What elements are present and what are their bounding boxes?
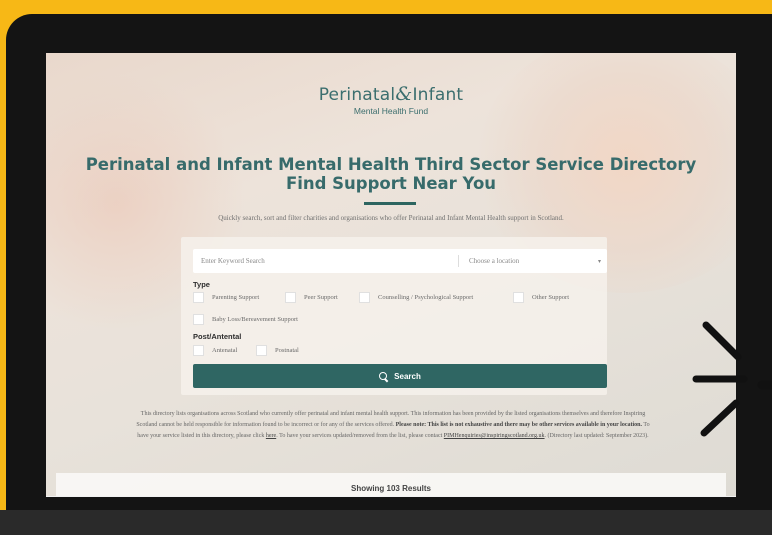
title-underline	[364, 202, 416, 205]
antenatal-filter-label: Post/Antental	[193, 332, 242, 341]
search-bar: Choose a location ▾	[193, 249, 607, 273]
checkbox-label: Counselling / Psychological Support	[378, 293, 474, 301]
checkbox-label: Antenatal	[212, 346, 238, 354]
chevron-down-icon: ▾	[597, 259, 601, 265]
directory-disclaimer: This directory lists organisations acros…	[134, 409, 652, 442]
checkbox-label: Peer Support	[304, 293, 338, 301]
checkbox-label: Parenting Support	[212, 293, 260, 301]
checkbox-label: Postnatal	[275, 346, 299, 354]
type-option-peer[interactable]: Peer Support	[285, 291, 338, 303]
logo-text-perinatal: Perinatal	[318, 85, 396, 105]
logo-ampersand: &	[395, 83, 413, 105]
checkbox-label: Other Support	[532, 293, 570, 301]
page-title: Perinatal and Infant Mental Health Third…	[46, 155, 736, 193]
checkbox[interactable]	[513, 291, 524, 303]
search-divider	[458, 255, 459, 267]
here-link[interactable]: here	[266, 433, 276, 439]
search-icon	[379, 371, 388, 381]
keyword-search-input[interactable]	[193, 249, 458, 273]
type-option-counselling[interactable]: Counselling / Psychological Support	[359, 291, 473, 303]
checkbox[interactable]	[193, 313, 204, 325]
search-panel: Choose a location ▾ Type Parenting Suppo…	[181, 237, 607, 395]
checkbox[interactable]	[285, 291, 296, 303]
laptop-base	[0, 510, 772, 535]
type-filter-label: Type	[193, 280, 210, 289]
results-count: Showing 103 Results	[350, 484, 432, 493]
checkbox[interactable]	[193, 291, 204, 303]
page-title-line1: Perinatal and Infant Mental Health Third…	[85, 155, 697, 174]
search-button-label: Search	[394, 371, 421, 381]
page-title-line2: Find Support Near You	[285, 174, 497, 193]
search-button[interactable]: Search	[193, 364, 607, 388]
type-option-baby-loss[interactable]: Baby Loss/Bereavement Support	[193, 313, 298, 325]
checkbox[interactable]	[193, 344, 204, 356]
intro-text: Quickly search, sort and filter charitie…	[218, 214, 564, 222]
location-select[interactable]: Choose a location ▾	[463, 249, 607, 273]
checkbox[interactable]	[359, 291, 370, 303]
logo-subtitle: Mental Health Fund	[353, 106, 429, 116]
checkbox[interactable]	[256, 344, 267, 356]
option-antenatal[interactable]: Antenatal	[193, 344, 237, 356]
screen-edge	[46, 496, 736, 497]
disclaimer-text: . (Directory last updated: September 202…	[544, 433, 649, 439]
website-screen: Perinatal&Infant Mental Health Fund Peri…	[46, 53, 736, 497]
logo-text-infant: Infant	[412, 85, 464, 105]
location-select-label: Choose a location	[469, 257, 520, 265]
type-option-other[interactable]: Other Support	[513, 291, 569, 303]
checkbox-label: Baby Loss/Bereavement Support	[212, 315, 298, 323]
disclaimer-text: . To have your services updated/removed …	[276, 433, 443, 439]
disclaimer-note: Please note: This list is not exhaustive…	[395, 422, 643, 428]
type-option-parenting[interactable]: Parenting Support	[193, 291, 259, 303]
spark-decoration-icon	[692, 321, 772, 437]
site-logo[interactable]: Perinatal&Infant Mental Health Fund	[46, 83, 736, 116]
option-postnatal[interactable]: Postnatal	[256, 344, 299, 356]
contact-email-link[interactable]: PIMHenquiries@inspiringscotland.org.uk	[444, 433, 545, 439]
